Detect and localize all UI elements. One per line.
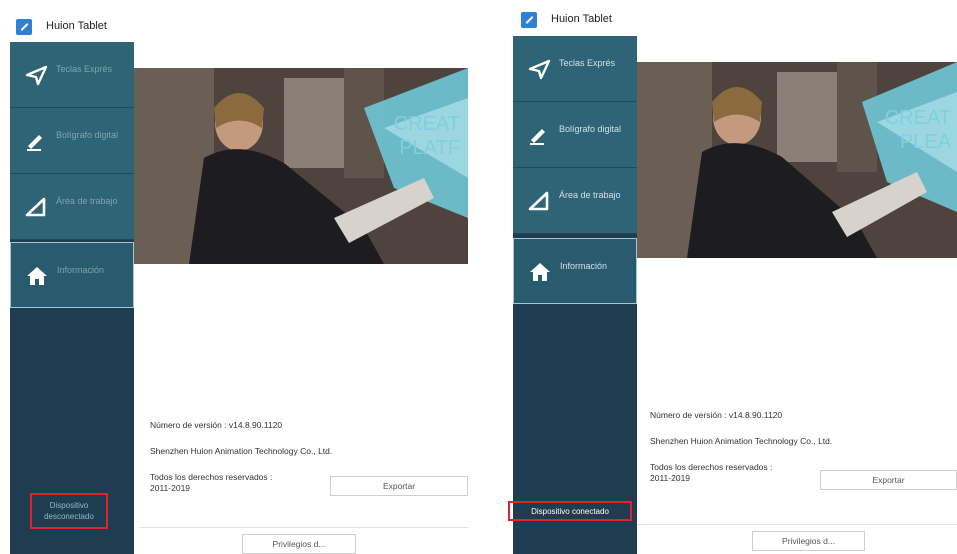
privileges-button[interactable]: Privilegios d... bbox=[752, 531, 865, 551]
sidebar-item-label: Área de trabajo bbox=[559, 190, 621, 200]
send-arrow-icon bbox=[527, 58, 553, 80]
sidebar: Teclas Exprés Bolígrafo digital Área de … bbox=[10, 42, 134, 554]
rights-text: Todos los derechos reservados : bbox=[650, 462, 773, 472]
huion-logo-icon bbox=[521, 12, 537, 28]
sidebar-item-label: Teclas Exprés bbox=[56, 64, 113, 74]
sidebar-item-label: Bolígrafo digital bbox=[559, 124, 622, 134]
banner-image: CREAT PLEA bbox=[637, 62, 957, 258]
send-arrow-icon bbox=[24, 64, 50, 86]
window-title: Huion Tablet bbox=[551, 13, 612, 25]
version-text: Número de versión : v14.8.90.1120 bbox=[150, 420, 283, 430]
device-status: Dispositivo desconectado bbox=[30, 493, 108, 529]
banner-image: CREAT PLATF bbox=[134, 68, 468, 264]
version-text: Número de versión : v14.8.90.1120 bbox=[650, 410, 783, 420]
export-button[interactable]: Exportar bbox=[330, 476, 468, 496]
sidebar-item-teclas-expres[interactable]: Teclas Exprés bbox=[10, 42, 134, 108]
sidebar-item-area-de-trabajo[interactable]: Área de trabajo bbox=[10, 174, 134, 240]
info-panel: Número de versión : v14.8.90.1120 Shenzh… bbox=[150, 420, 468, 510]
banner-text: CREAT PLATF bbox=[393, 113, 460, 159]
window-title: Huion Tablet bbox=[46, 20, 107, 32]
divider bbox=[637, 524, 957, 525]
privileges-button[interactable]: Privilegios d... bbox=[242, 534, 356, 554]
sidebar-item-label: Área de trabajo bbox=[56, 196, 118, 206]
sidebar-item-label: Información bbox=[57, 265, 105, 275]
work-area-icon bbox=[24, 196, 50, 218]
export-button[interactable]: Exportar bbox=[820, 470, 957, 490]
sidebar: Teclas Exprés Bolígrafo digital Área de … bbox=[513, 36, 637, 554]
sidebar-item-informacion[interactable]: Información bbox=[10, 242, 134, 308]
sidebar-item-teclas-expres[interactable]: Teclas Exprés bbox=[513, 36, 637, 102]
rights-text: Todos los derechos reservados : bbox=[150, 472, 273, 482]
left-window: Huion Tablet Teclas Exprés Bolígrafo dig… bbox=[0, 0, 468, 554]
company-text: Shenzhen Huion Animation Technology Co.,… bbox=[650, 436, 833, 446]
sidebar-item-label: Teclas Exprés bbox=[559, 58, 616, 68]
divider bbox=[140, 527, 468, 528]
home-icon bbox=[25, 265, 51, 287]
sidebar-item-boligrafo-digital[interactable]: Bolígrafo digital bbox=[513, 102, 637, 168]
rights-years-text: 2011-2019 bbox=[650, 473, 691, 483]
device-status: Dispositivo conectado bbox=[508, 501, 632, 521]
banner-text: CREAT PLEA bbox=[884, 107, 951, 153]
right-window: Huion Tablet Teclas Exprés Bolígrafo dig… bbox=[505, 0, 957, 554]
rights-years-text: 2011-2019 bbox=[150, 483, 191, 493]
company-text: Shenzhen Huion Animation Technology Co.,… bbox=[150, 446, 333, 456]
pen-icon bbox=[24, 130, 50, 152]
sidebar-item-area-de-trabajo[interactable]: Área de trabajo bbox=[513, 168, 637, 234]
pen-icon bbox=[527, 124, 553, 146]
home-icon bbox=[528, 261, 554, 283]
sidebar-item-label: Bolígrafo digital bbox=[56, 130, 119, 140]
sidebar-item-informacion[interactable]: Información bbox=[513, 238, 637, 304]
huion-logo-icon bbox=[16, 19, 32, 35]
work-area-icon bbox=[527, 190, 553, 212]
sidebar-item-label: Información bbox=[560, 261, 608, 271]
sidebar-item-boligrafo-digital[interactable]: Bolígrafo digital bbox=[10, 108, 134, 174]
titlebar: Huion Tablet bbox=[0, 0, 468, 42]
